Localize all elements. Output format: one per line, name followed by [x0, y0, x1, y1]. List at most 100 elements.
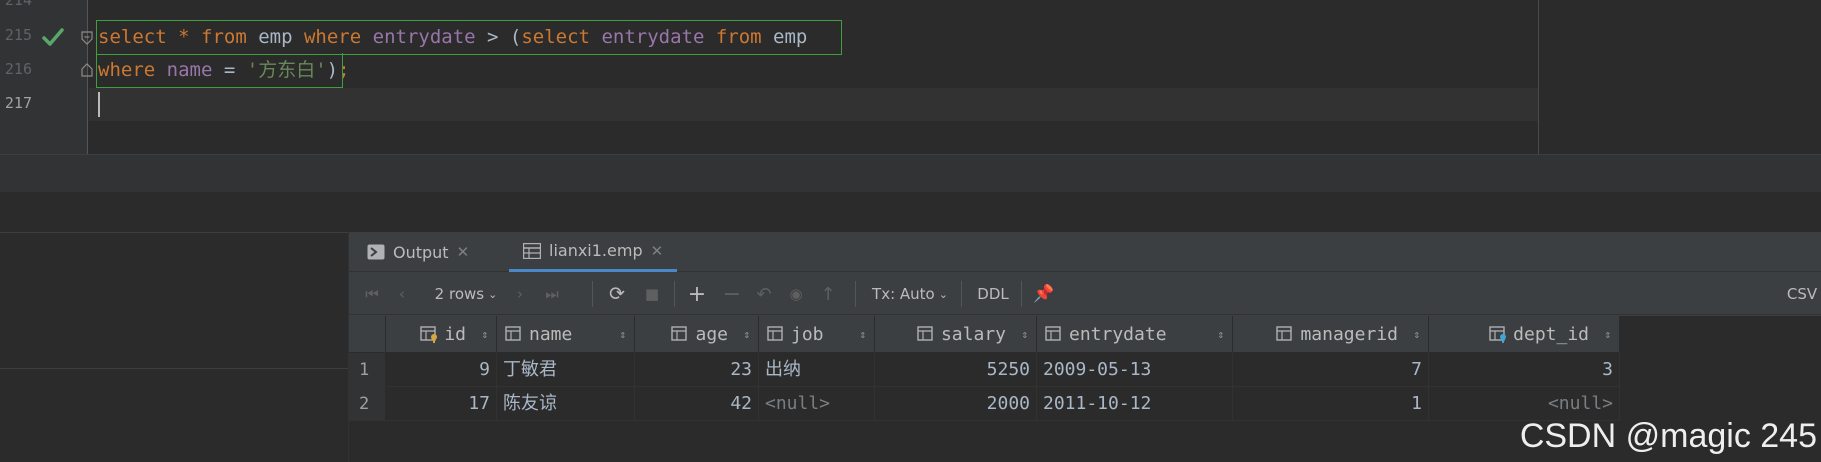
column-header-job[interactable]: job ⇕: [759, 316, 875, 352]
table-cell-dept_id[interactable]: <null>: [1429, 387, 1620, 421]
column-header-label: job: [791, 323, 824, 345]
table-cell-name[interactable]: 陈友谅: [497, 387, 635, 421]
sort-icon[interactable]: ⇕: [481, 328, 488, 341]
table-cell-age[interactable]: 42: [635, 387, 759, 421]
add-row-icon[interactable]: +: [682, 273, 712, 315]
revert-icon[interactable]: ↶: [751, 273, 777, 315]
line-number: 217: [4, 94, 32, 112]
fold-start-icon[interactable]: [81, 31, 93, 45]
column-header-dept_id[interactable]: dept_id ⇕: [1429, 316, 1620, 352]
column-header-label: dept_id: [1513, 323, 1589, 345]
pin-tab-icon[interactable]: 📌: [1029, 273, 1059, 315]
sort-icon[interactable]: ⇕: [1217, 328, 1224, 341]
current-line-highlight: [89, 88, 1538, 121]
execution-success-check-icon: [42, 28, 64, 46]
stop-icon[interactable]: ■: [639, 273, 665, 315]
column-header-salary[interactable]: salary ⇕: [875, 316, 1037, 352]
transaction-mode-dropdown[interactable]: Tx: Auto ⌄: [865, 273, 955, 315]
column-icon: [505, 326, 521, 341]
column-header-id[interactable]: id ⇕: [386, 316, 497, 352]
editor-bottom-area: [0, 192, 1821, 232]
sort-icon[interactable]: ⇕: [1604, 328, 1611, 341]
foreign-key-column-icon: [1489, 326, 1507, 343]
column-header-label: entrydate: [1069, 323, 1167, 345]
row-number-header: [349, 316, 386, 352]
services-tree-lower: [0, 368, 348, 462]
toolbar-separator: [961, 281, 962, 307]
column-header-entrydate[interactable]: entrydate ⇕: [1037, 316, 1233, 352]
column-header-label: id: [444, 323, 466, 345]
toolbar-separator: [855, 281, 856, 307]
sort-icon[interactable]: ⇕: [1413, 328, 1420, 341]
table-cell-job[interactable]: 出纳: [759, 353, 875, 387]
primary-key-column-icon: [420, 326, 438, 343]
first-page-icon[interactable]: ⏮: [359, 273, 385, 315]
statement-highlight-box: [96, 53, 343, 88]
tab-table-label: lianxi1.emp: [549, 241, 643, 260]
tab-output[interactable]: Output ✕: [367, 232, 469, 272]
table-cell-name[interactable]: 丁敏君: [497, 353, 635, 387]
column-icon: [671, 326, 688, 341]
chevron-down-icon: ⌄: [488, 287, 498, 301]
results-toolbar: ⏮ ‹ 2 rows ⌄ › ⏭ ⟳ ■ + − ↶ ◉ ↑ Tx: Auto …: [349, 273, 1821, 315]
chevron-down-icon: ⌄: [938, 287, 948, 301]
table-cell-salary[interactable]: 2000: [875, 387, 1037, 421]
table-cell-id[interactable]: 17: [386, 387, 497, 421]
ddl-button[interactable]: DDL: [969, 273, 1017, 315]
toolbar-separator: [592, 281, 593, 307]
row-number[interactable]: 1: [349, 353, 385, 387]
column-icon: [1045, 326, 1061, 341]
column-icon: [1276, 326, 1293, 341]
submit-icon[interactable]: ↑: [815, 273, 841, 315]
preview-pending-changes-icon[interactable]: ◉: [783, 273, 809, 315]
table-cell-managerid[interactable]: 7: [1233, 353, 1429, 387]
table-cell-age[interactable]: 23: [635, 353, 759, 387]
table-cell-entrydate[interactable]: 2009-05-13: [1037, 353, 1233, 387]
column-header-managerid[interactable]: managerid ⇕: [1233, 316, 1429, 352]
sql-editor[interactable]: 214 215 216 217 select * from emp where …: [0, 0, 1821, 154]
page-size-dropdown[interactable]: 2 rows ⌄: [427, 273, 505, 315]
right-margin-guide: [1538, 0, 1539, 154]
delete-row-icon[interactable]: −: [719, 273, 745, 315]
table-cell-id[interactable]: 9: [386, 353, 497, 387]
close-icon[interactable]: ✕: [651, 242, 664, 260]
last-page-icon[interactable]: ⏭: [539, 273, 565, 315]
table-icon: [523, 242, 541, 259]
table-cell-managerid[interactable]: 1: [1233, 387, 1429, 421]
table-cell-dept_id[interactable]: 3: [1429, 353, 1620, 387]
close-icon[interactable]: ✕: [457, 243, 470, 261]
tab-output-label: Output: [393, 242, 449, 262]
refresh-icon[interactable]: ⟳: [602, 273, 632, 315]
sort-icon[interactable]: ⇕: [619, 328, 626, 341]
table-cell-salary[interactable]: 5250: [875, 353, 1037, 387]
row-number[interactable]: 2: [349, 387, 385, 421]
line-number: 215: [4, 26, 32, 44]
statement-highlight-box: [96, 20, 842, 55]
watermark: CSDN @magic 245: [1519, 417, 1817, 455]
previous-page-icon[interactable]: ‹: [389, 273, 415, 315]
column-header-age[interactable]: age ⇕: [635, 316, 759, 352]
transaction-mode-label: Tx: Auto: [872, 285, 935, 303]
column-icon: [767, 326, 783, 341]
line-number: 216: [4, 60, 32, 78]
services-tree-pane: [0, 232, 348, 462]
editor-status-area: [0, 154, 1821, 192]
toolbar-separator: [674, 281, 675, 307]
sort-icon[interactable]: ⇕: [1021, 328, 1028, 341]
fold-end-icon[interactable]: [81, 63, 93, 77]
column-header-name[interactable]: name ⇕: [497, 316, 635, 352]
sort-icon[interactable]: ⇕: [859, 328, 866, 341]
column-icon: [917, 326, 933, 341]
tab-lianxi1-emp[interactable]: lianxi1.emp ✕: [509, 232, 678, 272]
column-header-label: managerid: [1300, 323, 1398, 345]
table-cell-job[interactable]: <null>: [759, 387, 875, 421]
export-format-button[interactable]: CSV: [1784, 273, 1820, 315]
table-cell-entrydate[interactable]: 2011-10-12: [1037, 387, 1233, 421]
next-page-icon[interactable]: ›: [507, 273, 533, 315]
rows-count-label: 2 rows: [434, 285, 485, 303]
sort-icon[interactable]: ⇕: [743, 328, 750, 341]
results-tab-bar: Output ✕ lianxi1.emp ✕: [349, 232, 1821, 272]
line-number: 214: [4, 0, 32, 9]
results-panel: Output ✕ lianxi1.emp ✕ ⏮ ‹ 2 rows ⌄ › ⏭ …: [348, 232, 1821, 462]
column-header-label: name: [529, 323, 573, 345]
